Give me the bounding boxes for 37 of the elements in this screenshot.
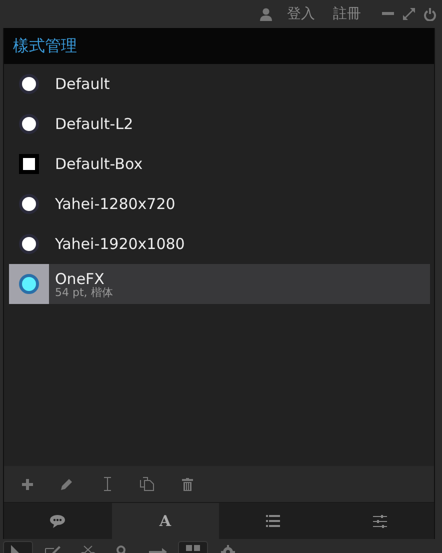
panel-title: 樣式管理 xyxy=(13,36,77,56)
circle-swatch-icon xyxy=(19,194,39,214)
circle-swatch-icon xyxy=(19,274,39,294)
text-tab[interactable]: A xyxy=(112,503,219,539)
style-name: Yahei-1280x720 xyxy=(55,195,176,213)
square-swatch-icon xyxy=(19,154,39,174)
user-icon xyxy=(260,8,272,20)
style-item[interactable]: Yahei-1920x1080 xyxy=(9,224,430,264)
list-tab[interactable] xyxy=(219,503,326,539)
expand-icon[interactable] xyxy=(403,8,415,20)
style-item[interactable]: Default-Box xyxy=(9,144,430,184)
circle-swatch-icon xyxy=(19,74,39,94)
style-name: Default-L2 xyxy=(55,115,134,133)
style-name: OneFX xyxy=(55,270,104,288)
style-item[interactable]: Yahei-1280x720 xyxy=(9,184,430,224)
minimize-icon[interactable] xyxy=(382,12,394,16)
sliders-icon xyxy=(373,514,388,528)
style-name: Default xyxy=(55,75,110,93)
list-icon xyxy=(266,515,280,527)
text-cursor-icon[interactable] xyxy=(104,477,110,491)
copy-icon[interactable] xyxy=(140,477,154,491)
speech-bubble-icon xyxy=(50,514,66,528)
style-name: Default-Box xyxy=(55,155,143,173)
add-icon[interactable] xyxy=(22,478,32,490)
trash-icon[interactable] xyxy=(182,478,192,490)
register-link[interactable]: 註冊 xyxy=(333,5,361,23)
style-detail: 54 pt, 楷体 xyxy=(55,286,113,298)
comments-tab[interactable] xyxy=(4,503,112,539)
login-link[interactable]: 登入 xyxy=(287,5,315,23)
power-icon[interactable] xyxy=(424,8,436,20)
circle-swatch-icon xyxy=(19,234,39,254)
style-item[interactable]: Default xyxy=(9,64,430,104)
pencil-icon[interactable] xyxy=(61,478,73,490)
style-item[interactable]: Default-L2 xyxy=(9,104,430,144)
style-name: Yahei-1920x1080 xyxy=(55,235,185,253)
style-item[interactable]: OneFX 54 pt, 楷体 xyxy=(9,264,430,304)
circle-swatch-icon xyxy=(19,114,39,134)
